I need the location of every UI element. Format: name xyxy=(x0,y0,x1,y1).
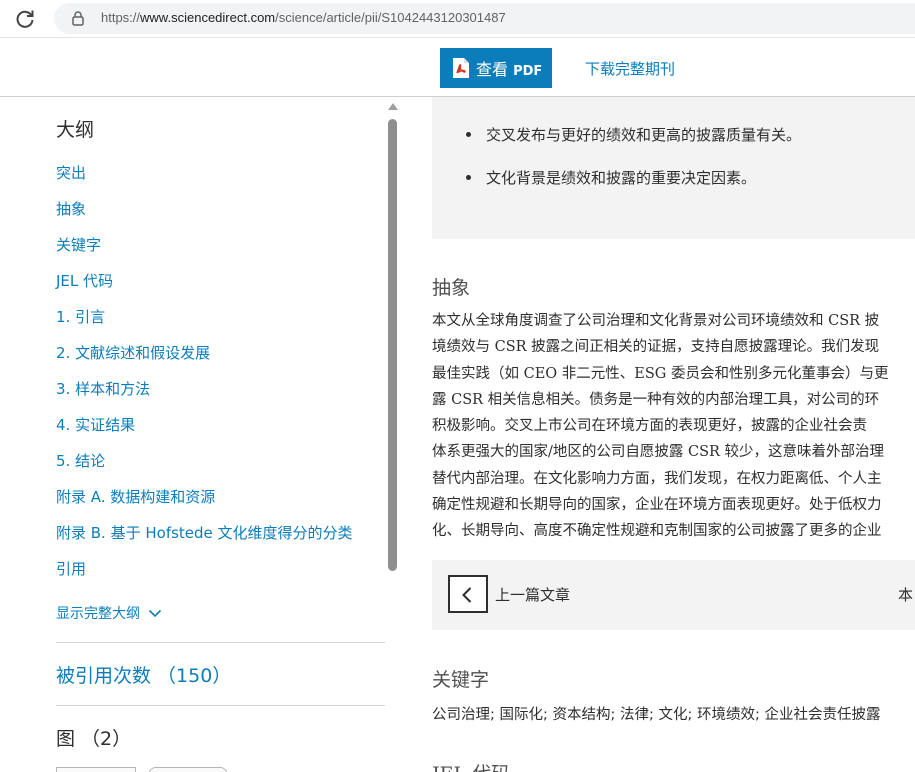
reload-icon[interactable] xyxy=(13,7,37,31)
chevron-left-icon xyxy=(462,587,472,603)
sidebar-divider xyxy=(56,705,385,706)
outline-item-literature[interactable]: 2. 文献综述和假设发展 xyxy=(56,343,353,379)
outline-item-highlights[interactable]: 突出 xyxy=(56,163,353,199)
keywords-heading: 关键字 xyxy=(432,669,490,691)
pdf-icon xyxy=(453,58,469,78)
show-full-outline-label: 显示完整大纲 xyxy=(56,606,140,622)
keywords-list: 公司治理; 国际化; 资本结构; 法律; 文化; 环境绩效; 企业社会责任披露 xyxy=(432,707,881,723)
outline-item-appendix-b[interactable]: 附录 B. 基于 Hofstede 文化维度得分的分类 xyxy=(56,523,353,559)
outline-item-appendix-a[interactable]: 附录 A. 数据构建和资源 xyxy=(56,487,353,523)
outline-item-references[interactable]: 引用 xyxy=(56,559,353,595)
download-issue-link[interactable]: 下载完整期刊 xyxy=(585,58,675,79)
outline-item-sample[interactable]: 3. 样本和方法 xyxy=(56,379,353,415)
url-path: /science/article/pii/S1042443120301487 xyxy=(275,10,506,25)
outline-item-conclusion[interactable]: 5. 结论 xyxy=(56,451,353,487)
highlights-box: 交叉发布与更好的绩效和更高的披露质量有关。 文化背景是绩效和披露的重要决定因素。 xyxy=(432,97,915,239)
outline-item-abstract[interactable]: 抽象 xyxy=(56,199,353,235)
outline-item-jel[interactable]: JEL 代码 xyxy=(56,271,353,307)
address-bar[interactable]: https://www.sciencedirect.com/science/ar… xyxy=(54,3,915,34)
outline-sidebar: 大纲 突出 抽象 关键字 JEL 代码 1. 引言 2. 文献综述和假设发展 3… xyxy=(0,97,400,772)
url-host: www.sciencedirect.com xyxy=(140,10,276,25)
outline-title: 大纲 xyxy=(56,119,95,141)
pdf-text: PDF xyxy=(513,64,543,79)
article-toolbar: 查看 PDF 下载完整期刊 xyxy=(0,38,915,97)
previous-article-label[interactable]: 上一篇文章 xyxy=(495,584,570,605)
abstract-line: 替代内部治理。在文化影响力方面，我们发现，在权力距离低、个人主 xyxy=(432,470,882,487)
jel-heading: JEL 代码 xyxy=(432,759,510,772)
outline-list: 突出 抽象 关键字 JEL 代码 1. 引言 2. 文献综述和假设发展 3. 样… xyxy=(56,163,353,595)
abstract-line: 确定性规避和长期导向的国家，企业在环境方面表现更好。处于低权力 xyxy=(432,497,882,514)
highlight-item: 交叉发布与更好的绩效和更高的披露质量有关。 xyxy=(465,126,802,144)
url-prefix: https:// xyxy=(101,10,141,25)
view-pdf-text: 查看 xyxy=(476,60,509,79)
scroll-up-arrow-icon[interactable] xyxy=(388,103,398,110)
highlight-item: 文化背景是绩效和披露的重要决定因素。 xyxy=(465,169,757,187)
figures-heading: 图 （2） xyxy=(56,728,132,750)
article-navigation: 上一篇文章 本 xyxy=(432,560,915,630)
abstract-line: 最佳实践（如 CEO 非二元性、ESG 委员会和性别多元化董事会）与更 xyxy=(432,365,889,382)
url-text[interactable]: https://www.sciencedirect.com/science/ar… xyxy=(101,10,506,25)
sidebar-scrollbar[interactable] xyxy=(388,119,397,571)
view-pdf-label: 查看 PDF xyxy=(476,56,542,80)
next-article-label[interactable]: 本 xyxy=(898,584,913,605)
site-info-icon[interactable] xyxy=(70,10,86,26)
sidebar-divider xyxy=(56,642,385,643)
previous-article-button[interactable] xyxy=(448,575,488,613)
outline-item-results[interactable]: 4. 实证结果 xyxy=(56,415,353,451)
figure-thumbnail[interactable] xyxy=(148,767,228,772)
show-full-outline-button[interactable]: 显示完整大纲 xyxy=(56,603,162,623)
abstract-line: 化、长期导向、高度不确定性规避和克制国家的公司披露了更多的企业 xyxy=(432,523,882,540)
abstract-line: 露 CSR 相关信息相关。债务是一种有效的内部治理工具，对公司的环 xyxy=(432,391,880,408)
abstract-line: 本文从全球角度调查了公司治理和文化背景对公司环境绩效和 CSR 披 xyxy=(432,313,880,329)
outline-item-keywords[interactable]: 关键字 xyxy=(56,235,353,271)
abstract-heading: 抽象 xyxy=(432,277,471,299)
cited-by-link[interactable]: 被引用次数 （150） xyxy=(56,661,231,688)
abstract-line: 体系更强大的国家/地区的公司自愿披露 CSR 较少，这意味着外部治理 xyxy=(432,444,885,461)
browser-bar: https://www.sciencedirect.com/science/ar… xyxy=(0,0,915,38)
outline-item-introduction[interactable]: 1. 引言 xyxy=(56,307,353,343)
chevron-down-icon xyxy=(148,609,162,618)
view-pdf-button[interactable]: 查看 PDF xyxy=(440,48,552,88)
abstract-text: 本文从全球角度调查了公司治理和文化背景对公司环境绩效和 CSR 披 境绩效与 C… xyxy=(432,308,915,545)
abstract-line: 境绩效与 CSR 披露之间正相关的证据，支持自愿披露理论。我们发现 xyxy=(432,339,880,356)
abstract-line: 积极影响。交叉上市公司在环境方面的表现更好，披露的企业社会责 xyxy=(432,418,867,435)
article-content: 交叉发布与更好的绩效和更高的披露质量有关。 文化背景是绩效和披露的重要决定因素。… xyxy=(400,97,915,772)
figure-thumbnail[interactable] xyxy=(56,767,136,772)
